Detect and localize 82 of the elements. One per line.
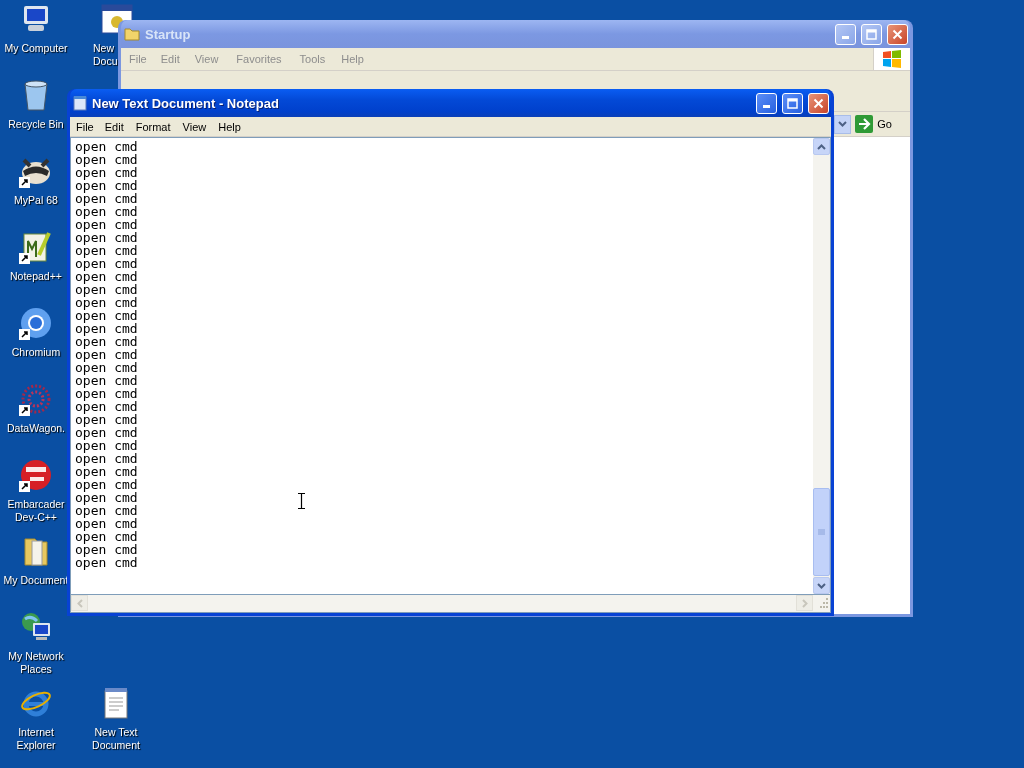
minimize-button[interactable] xyxy=(756,92,777,114)
icon-label[interactable]: My Network Places xyxy=(1,650,71,676)
icon-label[interactable]: My Computer xyxy=(4,42,68,55)
text-line: open cmd xyxy=(75,517,138,530)
scroll-up-button[interactable] xyxy=(813,138,830,155)
chevron-right-icon xyxy=(801,598,808,608)
icon-label[interactable]: Chromium xyxy=(11,346,61,359)
text-document-icon xyxy=(103,687,129,719)
arrow-right-icon xyxy=(855,115,874,133)
text-cursor-icon xyxy=(298,493,305,509)
network-icon xyxy=(20,611,52,643)
icon-label[interactable]: MyPal 68 xyxy=(14,194,58,207)
icon-label[interactable]: Recycle Bin xyxy=(8,118,64,131)
chevron-left-icon xyxy=(76,598,83,608)
text-line: open cmd xyxy=(75,205,138,218)
go-button[interactable]: Go xyxy=(855,115,902,133)
text-line: open cmd xyxy=(75,335,138,348)
text-line: open cmd xyxy=(75,439,138,452)
maximize-icon xyxy=(787,97,798,109)
text-line: open cmd xyxy=(75,491,138,504)
minimize-icon xyxy=(842,36,849,39)
chromium-icon xyxy=(20,307,52,339)
recycle-bin-icon xyxy=(22,79,50,111)
text-line: open cmd xyxy=(75,387,138,400)
menu-item[interactable]: Edit xyxy=(98,120,130,133)
text-line: open cmd xyxy=(75,179,138,192)
dropdown-button[interactable] xyxy=(834,114,852,134)
windows-logo-icon xyxy=(882,50,902,68)
icon-label[interactable]: New Docu xyxy=(93,42,117,68)
maximize-icon xyxy=(866,28,877,40)
close-icon xyxy=(892,28,903,40)
close-button[interactable] xyxy=(887,23,908,45)
text-line: open cmd xyxy=(75,348,138,361)
text-line: open cmd xyxy=(75,543,138,556)
maximize-button[interactable] xyxy=(782,92,803,114)
text-line: open cmd xyxy=(75,270,138,283)
text-line: open cmd xyxy=(75,530,138,543)
text-line: open cmd xyxy=(75,192,138,205)
text-line: open cmd xyxy=(75,504,138,517)
text-line: open cmd xyxy=(75,244,138,257)
text-line: open cmd xyxy=(75,465,138,478)
text-line: open cmd xyxy=(75,374,138,387)
scroll-down-button[interactable] xyxy=(813,577,830,594)
menu-item[interactable]: Format xyxy=(129,120,177,133)
menu-item[interactable]: File xyxy=(71,120,99,133)
text-line: open cmd xyxy=(75,231,138,244)
chevron-down-icon xyxy=(817,582,826,589)
text-line: open cmd xyxy=(75,166,138,179)
folder-icon xyxy=(124,27,140,41)
close-button[interactable] xyxy=(808,92,829,114)
close-icon xyxy=(813,97,824,109)
text-line: open cmd xyxy=(75,452,138,465)
text-line: open cmd xyxy=(75,153,138,166)
menu-item[interactable]: Help xyxy=(212,120,247,133)
text-line: open cmd xyxy=(75,218,138,231)
text-line: open cmd xyxy=(75,426,138,439)
icon-label[interactable]: Notepad++ xyxy=(10,270,62,283)
icon-label[interactable]: Embarcader Dev-C++ xyxy=(1,498,71,524)
text-line: open cmd xyxy=(75,556,138,569)
window-title: New Text Document - Notepad xyxy=(92,95,280,111)
text-line: open cmd xyxy=(75,140,138,153)
text-line: open cmd xyxy=(75,283,138,296)
text-line: open cmd xyxy=(75,257,138,270)
text-line: open cmd xyxy=(75,400,138,413)
text-line: open cmd xyxy=(75,478,138,491)
icon-label[interactable]: DataWagon. xyxy=(7,422,65,435)
text-line: open cmd xyxy=(75,361,138,374)
icon-label[interactable]: My Document xyxy=(3,574,69,587)
notepad-icon xyxy=(73,95,87,111)
scroll-thumb[interactable] xyxy=(813,488,830,576)
chevron-down-icon xyxy=(838,121,848,127)
folder-icon xyxy=(22,535,50,567)
icon-label[interactable]: Internet Explorer xyxy=(1,726,71,752)
icon-label[interactable]: New Text Document xyxy=(81,726,151,752)
text-line: open cmd xyxy=(75,413,138,426)
minimize-icon xyxy=(763,105,770,108)
menu-item[interactable]: View xyxy=(176,120,213,133)
text-line: open cmd xyxy=(75,322,138,335)
chevron-up-icon xyxy=(817,143,826,150)
text-line: open cmd xyxy=(75,296,138,309)
window-title: Startup xyxy=(145,26,192,42)
text-line: open cmd xyxy=(75,309,138,322)
